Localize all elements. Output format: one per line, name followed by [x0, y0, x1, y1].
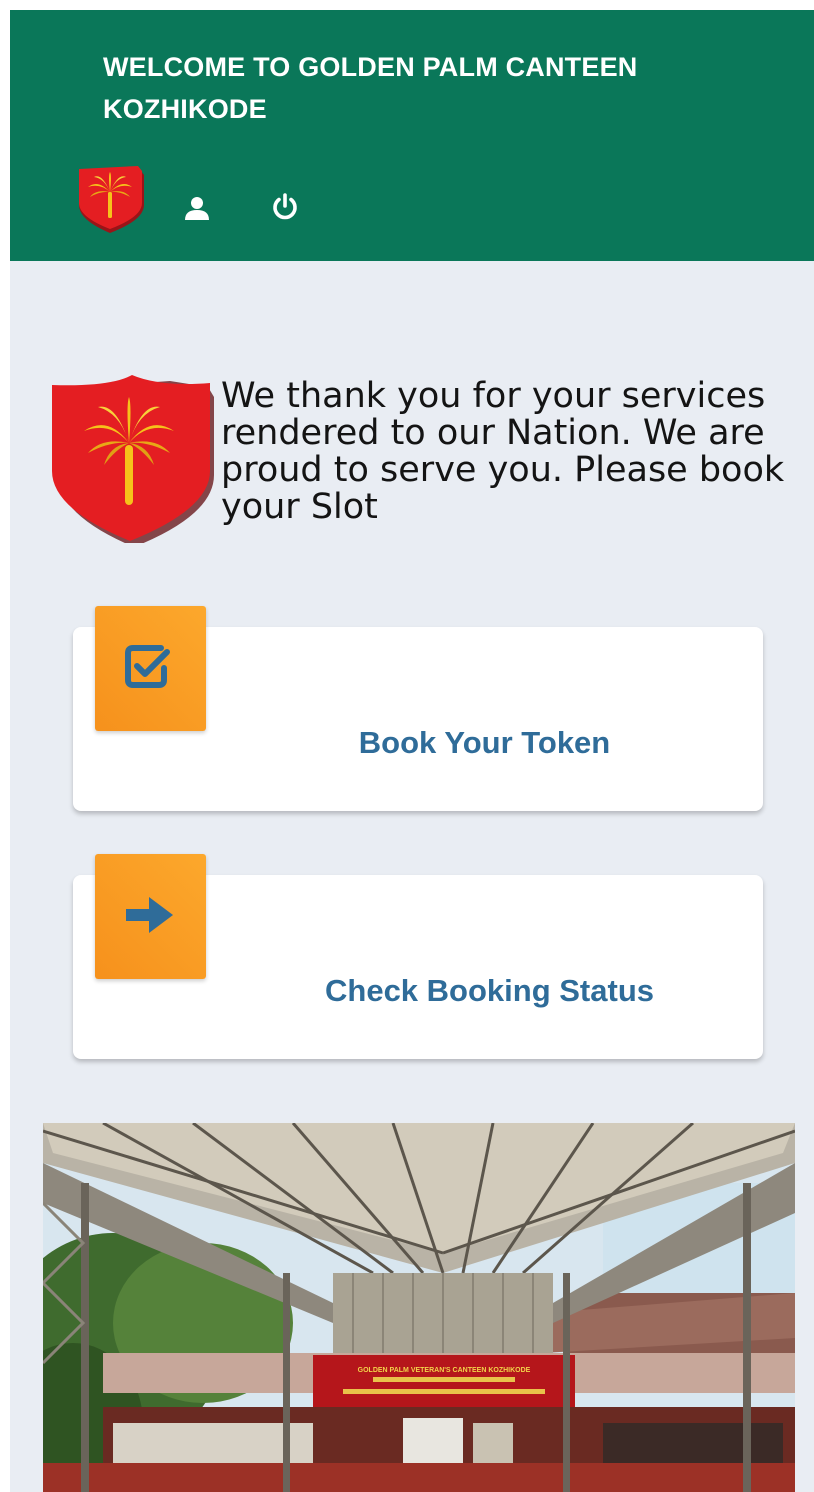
book-token-label: Book Your Token: [358, 725, 611, 760]
check-square-icon: [125, 645, 170, 688]
check-status-card[interactable]: Check Booking Status: [73, 854, 763, 1059]
app-header: WELCOME TO GOLDEN PALM CANTEEN KOZHIKODE: [10, 10, 814, 261]
arrow-right-icon: [126, 897, 173, 933]
canteen-sign-text: GOLDEN PALM VETERAN'S CANTEEN KOZHIKODE: [358, 1367, 531, 1374]
check-status-label: Check Booking Status: [325, 973, 654, 1008]
screen: WELCOME TO GOLDEN PALM CANTEEN KOZHIKODE: [0, 0, 814, 1492]
golden-palm-logo[interactable]: [78, 165, 148, 235]
app-body: WELCOME TO GOLDEN PALM CANTEEN KOZHIKODE: [10, 10, 814, 1492]
book-token-badge: [95, 606, 206, 731]
book-token-card[interactable]: Book Your Token: [73, 606, 763, 811]
power-icon[interactable]: [270, 192, 300, 222]
user-icon[interactable]: [184, 195, 210, 221]
golden-palm-emblem: [52, 375, 214, 543]
check-status-badge: [95, 854, 206, 979]
canteen-photo: GOLDEN PALM VETERAN'S CANTEEN KOZHIKODE: [43, 1123, 795, 1492]
header-title: WELCOME TO GOLDEN PALM CANTEEN KOZHIKODE: [103, 52, 638, 124]
welcome-message: We thank you for your services rendered …: [221, 376, 785, 527]
